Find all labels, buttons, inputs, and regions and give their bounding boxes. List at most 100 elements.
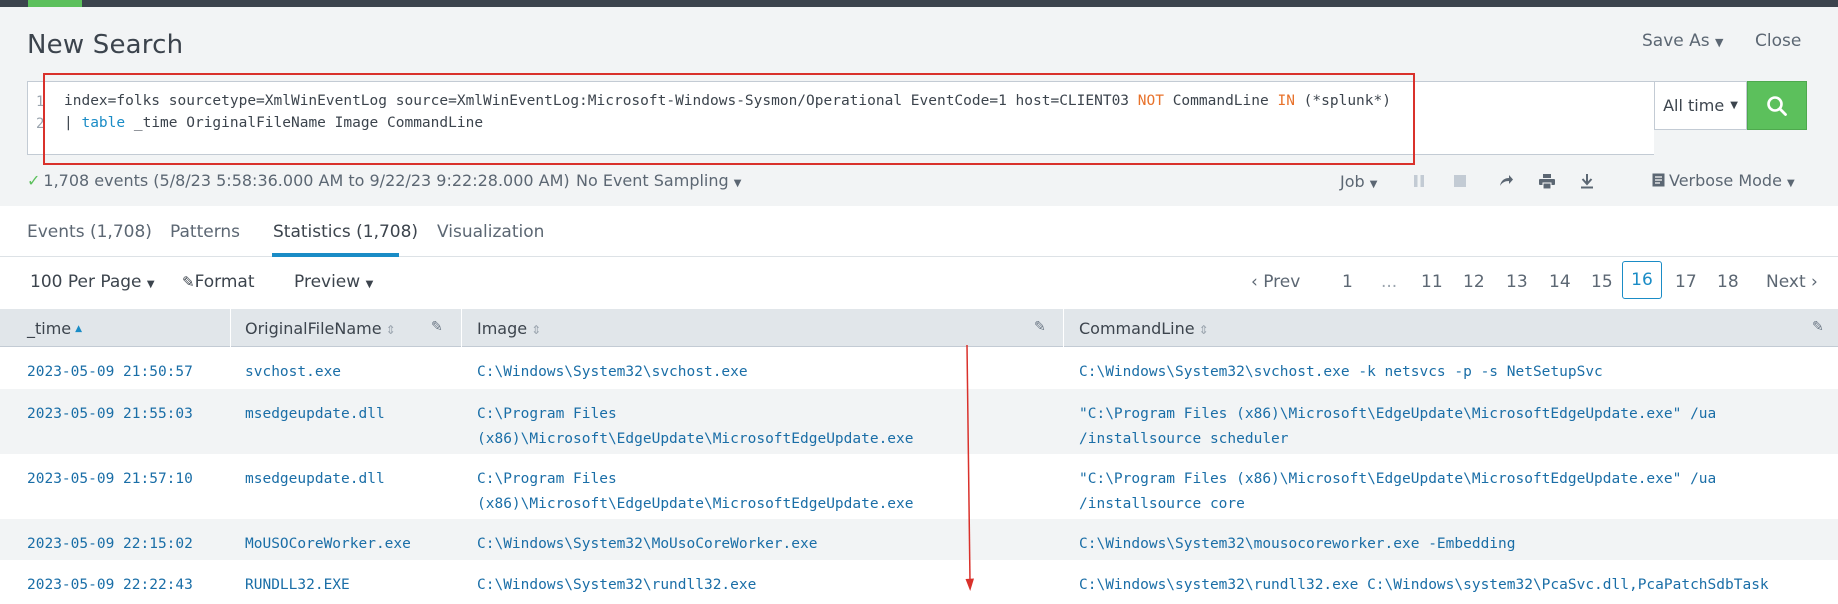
cell-time[interactable]: 2023-05-09 21:55:03 xyxy=(27,402,193,427)
page-button[interactable]: 11 xyxy=(1421,272,1443,292)
results-table: 2023-05-09 21:50:57 svchost.exe C:\Windo… xyxy=(0,347,1838,604)
column-label: _time ▲ xyxy=(27,319,83,338)
caret-down-icon: ▼ xyxy=(1730,100,1738,111)
page-button[interactable]: 13 xyxy=(1506,272,1528,292)
page-button[interactable]: 12 xyxy=(1463,272,1485,292)
tab-visualization[interactable]: Visualization xyxy=(437,222,544,242)
table-header: _time ▲ OriginalFileName ⇕ ✎ Image ⇕ ✎ Comm… xyxy=(0,309,1838,347)
preview-label: Preview xyxy=(294,272,361,292)
share-button[interactable] xyxy=(1497,172,1515,190)
search-mode-label: Verbose Mode xyxy=(1669,171,1782,190)
page-ellipsis: ... xyxy=(1381,272,1398,292)
caret-down-icon: ▼ xyxy=(733,178,742,189)
tab-statistics[interactable]: Statistics (1,708) xyxy=(273,222,418,242)
sort-icon: ⇕ xyxy=(385,323,396,337)
time-range-picker[interactable]: All time ▼ xyxy=(1654,81,1747,130)
column-header-time[interactable]: _time ▲ xyxy=(0,309,231,347)
cell-image[interactable]: C:\Program Files (x86)\Microsoft\EdgeUpda… xyxy=(477,467,914,516)
edit-column-icon[interactable]: ✎ xyxy=(431,319,443,335)
query-text: (*splunk*) xyxy=(1294,93,1391,109)
table-row: 2023-05-09 21:57:10 msedgeupdate.dll C:\… xyxy=(0,454,1838,519)
current-page-button[interactable]: 16 xyxy=(1622,261,1662,299)
save-as-menu[interactable]: Save As ▼ xyxy=(1642,31,1724,51)
save-as-label: Save As xyxy=(1642,31,1710,51)
format-menu[interactable]: ✎Format xyxy=(182,272,255,292)
page-button[interactable]: 1 xyxy=(1342,272,1353,292)
page-button[interactable]: 14 xyxy=(1549,272,1571,292)
export-icon xyxy=(1581,174,1593,189)
edit-column-icon[interactable]: ✎ xyxy=(1034,319,1046,335)
cell-time[interactable]: 2023-05-09 21:50:57 xyxy=(27,360,193,385)
sort-icon: ⇕ xyxy=(531,323,542,337)
cell-time[interactable]: 2023-05-09 22:15:02 xyxy=(27,532,193,557)
cell-time[interactable]: 2023-05-09 22:22:43 xyxy=(27,573,193,598)
stop-icon xyxy=(1454,175,1466,187)
column-header-originalfilename[interactable]: OriginalFileName ⇕ ✎ xyxy=(231,309,462,347)
close-button[interactable]: Close xyxy=(1755,31,1801,51)
job-menu[interactable]: Job ▼ xyxy=(1340,172,1377,191)
cell-image[interactable]: C:\Windows\System32\rundll32.exe xyxy=(477,573,756,598)
cell-commandline[interactable]: "C:\Program Files (x86)\Microsoft\EdgeUp… xyxy=(1079,467,1716,516)
query-pipe: | xyxy=(64,115,82,131)
search-mode-menu[interactable]: Verbose Mode ▼ xyxy=(1652,171,1795,190)
table-row: 2023-05-09 22:22:43 RUNDLL32.EXE C:\Wind… xyxy=(0,560,1838,604)
cell-commandline[interactable]: C:\Windows\System32\mousocoreworker.exe … xyxy=(1079,532,1516,557)
print-icon xyxy=(1539,173,1555,189)
cell-image[interactable]: C:\Windows\System32\svchost.exe xyxy=(477,360,748,385)
column-label: OriginalFileName ⇕ xyxy=(245,319,396,338)
stop-button[interactable] xyxy=(1451,172,1469,190)
column-header-commandline[interactable]: CommandLine ⇕ ✎ xyxy=(1064,309,1838,347)
cell-originalfilename[interactable]: svchost.exe xyxy=(245,360,341,385)
prev-label: Prev xyxy=(1263,272,1301,292)
tab-events[interactable]: Events (1,708) xyxy=(27,222,152,242)
column-label: Image ⇕ xyxy=(477,319,542,338)
search-query-editor[interactable]: 1 2 index=folks sourcetype=XmlWinEventLo… xyxy=(27,81,1654,155)
export-button[interactable] xyxy=(1578,172,1596,190)
sort-icon: ⇕ xyxy=(1198,323,1209,337)
app-accent-bar xyxy=(28,0,82,7)
query-text: _time OriginalFileName Image CommandLine xyxy=(125,115,484,131)
cell-originalfilename[interactable]: MoUSOCoreWorker.exe xyxy=(245,532,411,557)
brush-icon: ✎ xyxy=(182,273,195,291)
event-sampling-menu[interactable]: No Event Sampling ▼ xyxy=(576,171,741,190)
page-button[interactable]: 18 xyxy=(1717,272,1739,292)
cell-originalfilename[interactable]: msedgeupdate.dll xyxy=(245,467,385,492)
search-button[interactable] xyxy=(1747,81,1807,130)
tab-patterns[interactable]: Patterns xyxy=(170,222,240,242)
cell-commandline[interactable]: C:\Windows\system32\rundll32.exe C:\Wind… xyxy=(1079,573,1769,598)
format-label: Format xyxy=(194,272,255,292)
next-page-button[interactable]: Next › xyxy=(1766,272,1818,292)
caret-down-icon: ▼ xyxy=(146,279,155,290)
caret-down-icon: ▼ xyxy=(1369,179,1378,190)
time-range-label: All time xyxy=(1663,96,1725,115)
cell-commandline[interactable]: C:\Windows\System32\svchost.exe -k netsv… xyxy=(1079,360,1603,385)
preview-menu[interactable]: Preview ▼ xyxy=(294,272,373,292)
prev-page-button[interactable]: ‹ Prev xyxy=(1251,272,1300,292)
document-icon xyxy=(1652,173,1665,187)
sort-ascending-icon: ▲ xyxy=(75,324,83,334)
query-line-2: | table _time OriginalFileName Image Com… xyxy=(64,115,483,131)
caret-down-icon: ▼ xyxy=(1787,178,1795,189)
page-button[interactable]: 17 xyxy=(1675,272,1697,292)
check-icon: ✓ xyxy=(27,171,41,190)
cell-commandline[interactable]: "C:\Program Files (x86)\Microsoft\EdgeUp… xyxy=(1079,402,1716,451)
edit-column-icon[interactable]: ✎ xyxy=(1812,319,1824,335)
per-page-label: 100 Per Page xyxy=(30,272,142,292)
cell-originalfilename[interactable]: RUNDLL32.EXE xyxy=(245,573,350,598)
events-summary: 1,708 events (5/8/23 5:58:36.000 AM to 9… xyxy=(43,171,570,190)
cell-time[interactable]: 2023-05-09 21:57:10 xyxy=(27,467,193,492)
print-button[interactable] xyxy=(1538,172,1556,190)
cell-image[interactable]: C:\Windows\System32\MoUsoCoreWorker.exe xyxy=(477,532,817,557)
column-header-image[interactable]: Image ⇕ ✎ xyxy=(462,309,1064,347)
per-page-menu[interactable]: 100 Per Page ▼ xyxy=(30,272,155,292)
chevron-right-icon: › xyxy=(1811,272,1818,292)
pause-button[interactable] xyxy=(1410,172,1428,190)
cell-image[interactable]: C:\Program Files (x86)\Microsoft\EdgeUpda… xyxy=(477,402,914,451)
page-button[interactable]: 15 xyxy=(1591,272,1613,292)
caret-down-icon: ▼ xyxy=(365,279,374,290)
pause-icon xyxy=(1414,175,1424,187)
next-label: Next xyxy=(1766,272,1806,292)
sampling-label: No Event Sampling xyxy=(576,171,729,190)
cell-originalfilename[interactable]: msedgeupdate.dll xyxy=(245,402,385,427)
query-keyword: IN xyxy=(1277,93,1295,109)
